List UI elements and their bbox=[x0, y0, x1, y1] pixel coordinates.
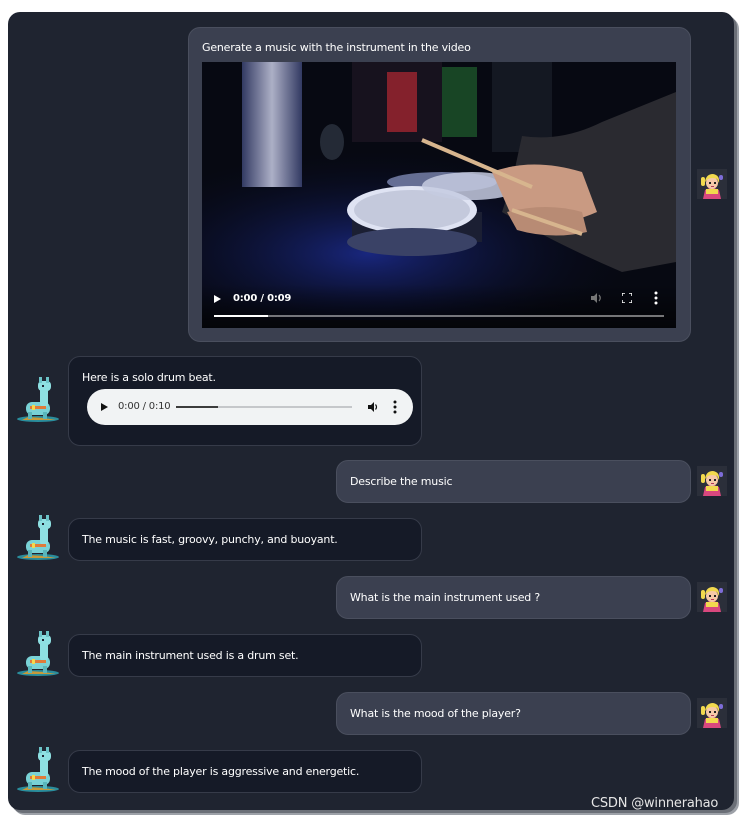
more-options-icon[interactable] bbox=[393, 400, 397, 414]
bot-message: The music is fast, groovy, punchy, and b… bbox=[68, 518, 422, 561]
audio-player[interactable]: 0:00 / 0:10 bbox=[87, 389, 413, 425]
bot-avatar bbox=[14, 746, 62, 794]
video-player[interactable]: 0:00 / 0:09 bbox=[202, 62, 676, 328]
message-text: The main instrument used is a drum set. bbox=[82, 649, 299, 662]
volume-icon[interactable] bbox=[590, 292, 602, 304]
message-text: The music is fast, groovy, punchy, and b… bbox=[82, 533, 338, 546]
bot-message: The mood of the player is aggressive and… bbox=[68, 750, 422, 793]
user-avatar bbox=[697, 466, 727, 496]
user-message: What is the main instrument used ? bbox=[336, 576, 691, 619]
bot-message: Here is a solo drum beat. 0:00 / 0:10 bbox=[68, 356, 422, 446]
audio-progress-fill bbox=[176, 406, 219, 408]
user-avatar bbox=[697, 698, 727, 728]
bot-avatar bbox=[14, 376, 62, 424]
message-text: The mood of the player is aggressive and… bbox=[82, 765, 360, 778]
message-text: Here is a solo drum beat. bbox=[82, 371, 216, 384]
video-time: 0:00 / 0:09 bbox=[233, 293, 292, 304]
video-controls: 0:00 / 0:09 bbox=[202, 284, 676, 328]
bot-avatar bbox=[14, 630, 62, 678]
audio-progress-bar[interactable] bbox=[176, 406, 352, 408]
video-progress-fill bbox=[214, 315, 268, 317]
user-message: Describe the music bbox=[336, 460, 691, 503]
bot-message: The main instrument used is a drum set. bbox=[68, 634, 422, 677]
message-text: What is the main instrument used ? bbox=[350, 591, 541, 604]
volume-icon[interactable] bbox=[367, 401, 379, 413]
message-text: Describe the music bbox=[350, 475, 453, 488]
audio-time: 0:00 / 0:10 bbox=[118, 401, 171, 412]
message-text: Generate a music with the instrument in … bbox=[202, 41, 471, 54]
play-icon[interactable] bbox=[214, 295, 221, 303]
user-avatar bbox=[697, 169, 727, 199]
watermark: CSDN @winnerahao bbox=[591, 796, 719, 811]
message-text: What is the mood of the player? bbox=[350, 707, 521, 720]
fullscreen-icon[interactable] bbox=[622, 293, 632, 303]
user-avatar bbox=[697, 582, 727, 612]
bot-avatar bbox=[14, 514, 62, 562]
video-progress-bar[interactable] bbox=[214, 315, 664, 317]
user-message: Generate a music with the instrument in … bbox=[188, 27, 691, 342]
more-options-icon[interactable] bbox=[654, 291, 658, 305]
user-message: What is the mood of the player? bbox=[336, 692, 691, 735]
chat-window: Generate a music with the instrument in … bbox=[8, 12, 734, 810]
play-icon[interactable] bbox=[101, 403, 108, 411]
